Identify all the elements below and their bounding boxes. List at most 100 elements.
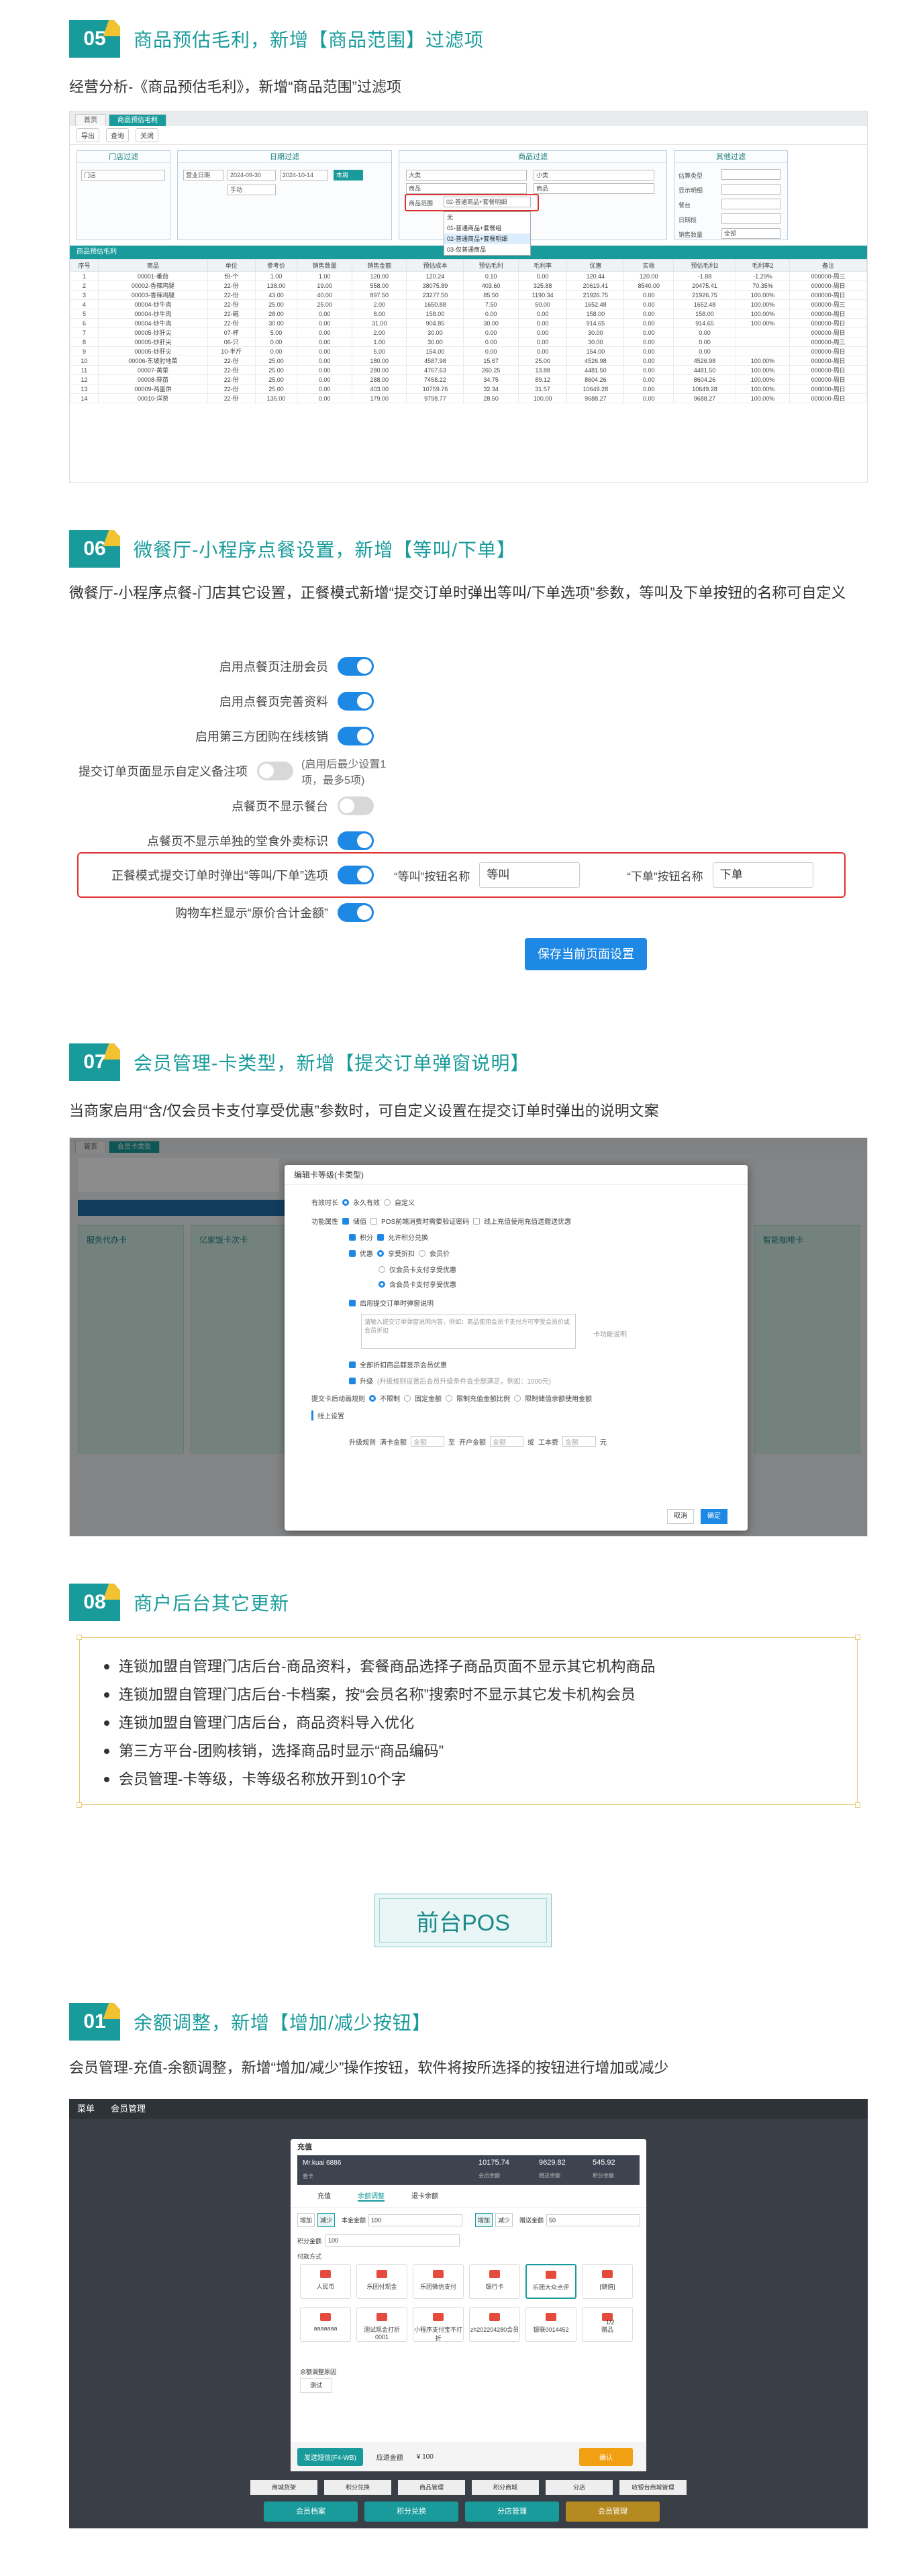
points-amount-input[interactable]: 100 — [325, 2234, 460, 2247]
category-select[interactable]: 大类 — [406, 170, 527, 181]
setting-toggle[interactable] — [338, 692, 374, 711]
export-button[interactable]: 导出 — [77, 128, 99, 142]
sales-qty-select[interactable]: 全部 — [721, 228, 781, 239]
table-row[interactable]: 10 00006-东坡肘地菜 22-份 25.00 0.00 180.00 4587.98 1… — [70, 356, 867, 366]
minus-button[interactable]: 减少 — [495, 2213, 513, 2227]
footer-button[interactable]: 积分兑换 — [364, 2502, 458, 2522]
range-option[interactable]: 03-仅普通商品 — [444, 244, 530, 255]
footer-button[interactable]: 会员档案 — [264, 2502, 358, 2522]
other-select[interactable] — [721, 169, 781, 180]
pay-method-tile[interactable]: 乐团大众点评 — [525, 2264, 576, 2299]
checkbox-icon[interactable] — [349, 1361, 356, 1368]
table-row[interactable]: 2 00002-香辣鸡腿 22-份 138.00 19.00 558.00 38075.89… — [70, 280, 867, 291]
pay-method-tile[interactable]: 银联0014452 — [525, 2307, 576, 2342]
other-select[interactable] — [721, 213, 781, 224]
table-row[interactable]: 12 00008-蒜苗 22-份 25.00 0.00 288.00 7458.22 34.7… — [70, 374, 867, 384]
pay-method-tile[interactable]: aaaaaaa — [300, 2307, 351, 2342]
radio-icon[interactable] — [446, 1394, 452, 1402]
date-from-input[interactable]: 2024-09-30 — [228, 170, 276, 181]
gift-amount-input[interactable]: 50 — [546, 2214, 641, 2226]
table-row[interactable]: 13 00009-鸡蛋饼 22-份 25.00 0.00 403.00 10759.76 32… — [70, 384, 867, 394]
radio-icon[interactable] — [342, 1198, 349, 1206]
radio-icon[interactable] — [379, 1266, 385, 1273]
pager[interactable]: 1/2 — [606, 2319, 615, 2326]
add-button[interactable]: 增加 — [297, 2213, 315, 2227]
table-row[interactable]: 4 00004-炒牛肉 22-份 25.00 25.00 2.00 1650.88 7.50 5… — [70, 299, 867, 309]
confirm-button[interactable]: 确定 — [701, 1509, 727, 1524]
radio-icon[interactable] — [419, 1249, 425, 1257]
checkbox-icon[interactable] — [349, 1233, 356, 1241]
query-button[interactable]: 查询 — [106, 128, 129, 142]
radio-icon[interactable] — [369, 1394, 376, 1402]
radio-icon[interactable] — [377, 1249, 384, 1257]
pay-method-tile[interactable]: 乐团微信支付 — [413, 2264, 464, 2299]
bottom-menu-item[interactable]: 商品管理 — [398, 2480, 465, 2495]
tab-refund[interactable]: 退卡余额 — [411, 2190, 438, 2202]
table-row[interactable]: 3 00003-香辣鸡腿 22-份 43.00 40.00 897.50 23277.50 8… — [70, 290, 867, 300]
setting-toggle[interactable] — [257, 762, 294, 780]
range-option[interactable]: 02-普通商品+套餐明细 — [444, 234, 530, 244]
checkbox-icon[interactable] — [349, 1249, 356, 1257]
minus-button[interactable]: 减少 — [317, 2213, 336, 2227]
bottom-menu-item[interactable]: 分店 — [546, 2480, 613, 2495]
amount-input[interactable]: 金额 — [490, 1436, 523, 1447]
main-amount-input[interactable]: 100 — [368, 2214, 463, 2226]
pay-method-tile[interactable]: 人民币 — [300, 2264, 351, 2299]
pay-method-tile[interactable]: 测试现金打折0001 — [356, 2307, 407, 2342]
table-row[interactable]: 8 00005-炒肝尖 06-只 0.00 0.00 1.00 30.00 0.00 0.00 3… — [70, 337, 867, 347]
confirm-button[interactable]: 确认 — [579, 2447, 633, 2466]
table-row[interactable]: 7 00005-炒肝尖 07-杯 5.00 0.00 2.00 30.00 0.00 0.00 3… — [70, 327, 867, 338]
setting-toggle[interactable] — [338, 831, 374, 850]
cancel-button[interactable]: 取消 — [667, 1509, 694, 1524]
table-row[interactable]: 6 00004-炒牛肉 22-份 30.00 0.00 31.00 904.85 30.00 0… — [70, 318, 867, 328]
footer-button[interactable]: 会员管理 — [566, 2502, 660, 2522]
pay-method-tile[interactable]: 银行卡 — [469, 2264, 520, 2299]
range-option[interactable]: 无 — [444, 212, 530, 223]
table-row[interactable]: 5 00004-炒牛肉 22-碗 28.00 0.00 8.00 158.00 0.00 0.0… — [70, 309, 867, 319]
other-select[interactable] — [721, 199, 781, 209]
tab-profit[interactable]: 商品预估毛利 — [109, 114, 166, 126]
radio-icon[interactable] — [384, 1198, 391, 1206]
wait-name-input[interactable]: 等叫 — [479, 862, 581, 888]
tab-recharge[interactable]: 充值 — [317, 2190, 331, 2202]
date-to-input[interactable]: 2024-10-14 — [280, 170, 328, 181]
date-preset-button[interactable]: 本周 — [334, 170, 363, 181]
footer-button[interactable]: 分店管理 — [465, 2502, 559, 2522]
note-value[interactable]: 测试 — [300, 2378, 332, 2393]
period-select[interactable]: 手动 — [228, 185, 276, 195]
popup-text-input[interactable]: 请输入提交订单弹窗说明内容，例如：商品使用会员卡支付方可享受会员价或会员折扣 — [361, 1314, 576, 1349]
store-select[interactable]: 门店 — [81, 170, 165, 181]
close-button[interactable]: 关闭 — [136, 128, 158, 142]
setting-toggle[interactable] — [338, 796, 374, 815]
menu-button[interactable]: 菜单 — [77, 2099, 95, 2119]
table-row[interactable]: 14 00010-洋葱 22-份 135.00 0.00 179.00 9798.77 28.… — [70, 393, 867, 403]
goods-select-2[interactable]: 商品 — [534, 183, 654, 194]
checkbox-icon[interactable] — [377, 1233, 384, 1241]
order-name-input[interactable]: 下单 — [712, 862, 813, 888]
checkbox-icon[interactable] — [342, 1217, 349, 1225]
radio-icon[interactable] — [404, 1394, 411, 1402]
bottom-menu-item[interactable]: 积分商城 — [472, 2480, 539, 2495]
bottom-menu-item[interactable]: 收银台商城管理 — [619, 2480, 687, 2495]
table-row[interactable]: 1 00001-番茄 份-个 1.00 1.00 120.00 120.24 0.10 0.00… — [70, 271, 867, 281]
save-settings-button[interactable]: 保存当前页面设置 — [525, 938, 647, 970]
table-row[interactable]: 9 00005-炒肝尖 10-半斤 0.00 0.00 5.00 154.00 0.00 0.0… — [70, 346, 867, 356]
radio-icon[interactable] — [514, 1394, 521, 1402]
sms-button[interactable]: 发送短信(F4-WB) — [297, 2447, 363, 2466]
radio-icon[interactable] — [379, 1280, 385, 1288]
checkbox-icon[interactable] — [370, 1217, 377, 1225]
other-select[interactable] — [721, 184, 781, 195]
pay-method-tile[interactable]: 乐团付现金 — [356, 2264, 407, 2299]
pay-method-tile[interactable]: 小程序支付宝不打折 — [413, 2307, 464, 2342]
checkbox-icon[interactable] — [349, 1377, 356, 1384]
subcategory-select[interactable]: 小类 — [534, 170, 654, 181]
amount-input[interactable]: 金额 — [411, 1436, 444, 1447]
date-type-select[interactable]: 营业日期 — [183, 170, 223, 181]
setting-toggle[interactable] — [338, 657, 374, 676]
table-row[interactable]: 11 00007-黄菜 22-份 25.00 0.00 280.00 4767.63 260.… — [70, 365, 867, 375]
bottom-menu-item[interactable]: 积分兑换 — [324, 2480, 391, 2495]
amount-input[interactable]: 金额 — [562, 1436, 596, 1447]
tab-balance-adjust[interactable]: 余额调整 — [358, 2190, 385, 2202]
pay-method-tile[interactable]: [储值] — [582, 2264, 633, 2299]
add-button[interactable]: 增加 — [475, 2213, 493, 2227]
